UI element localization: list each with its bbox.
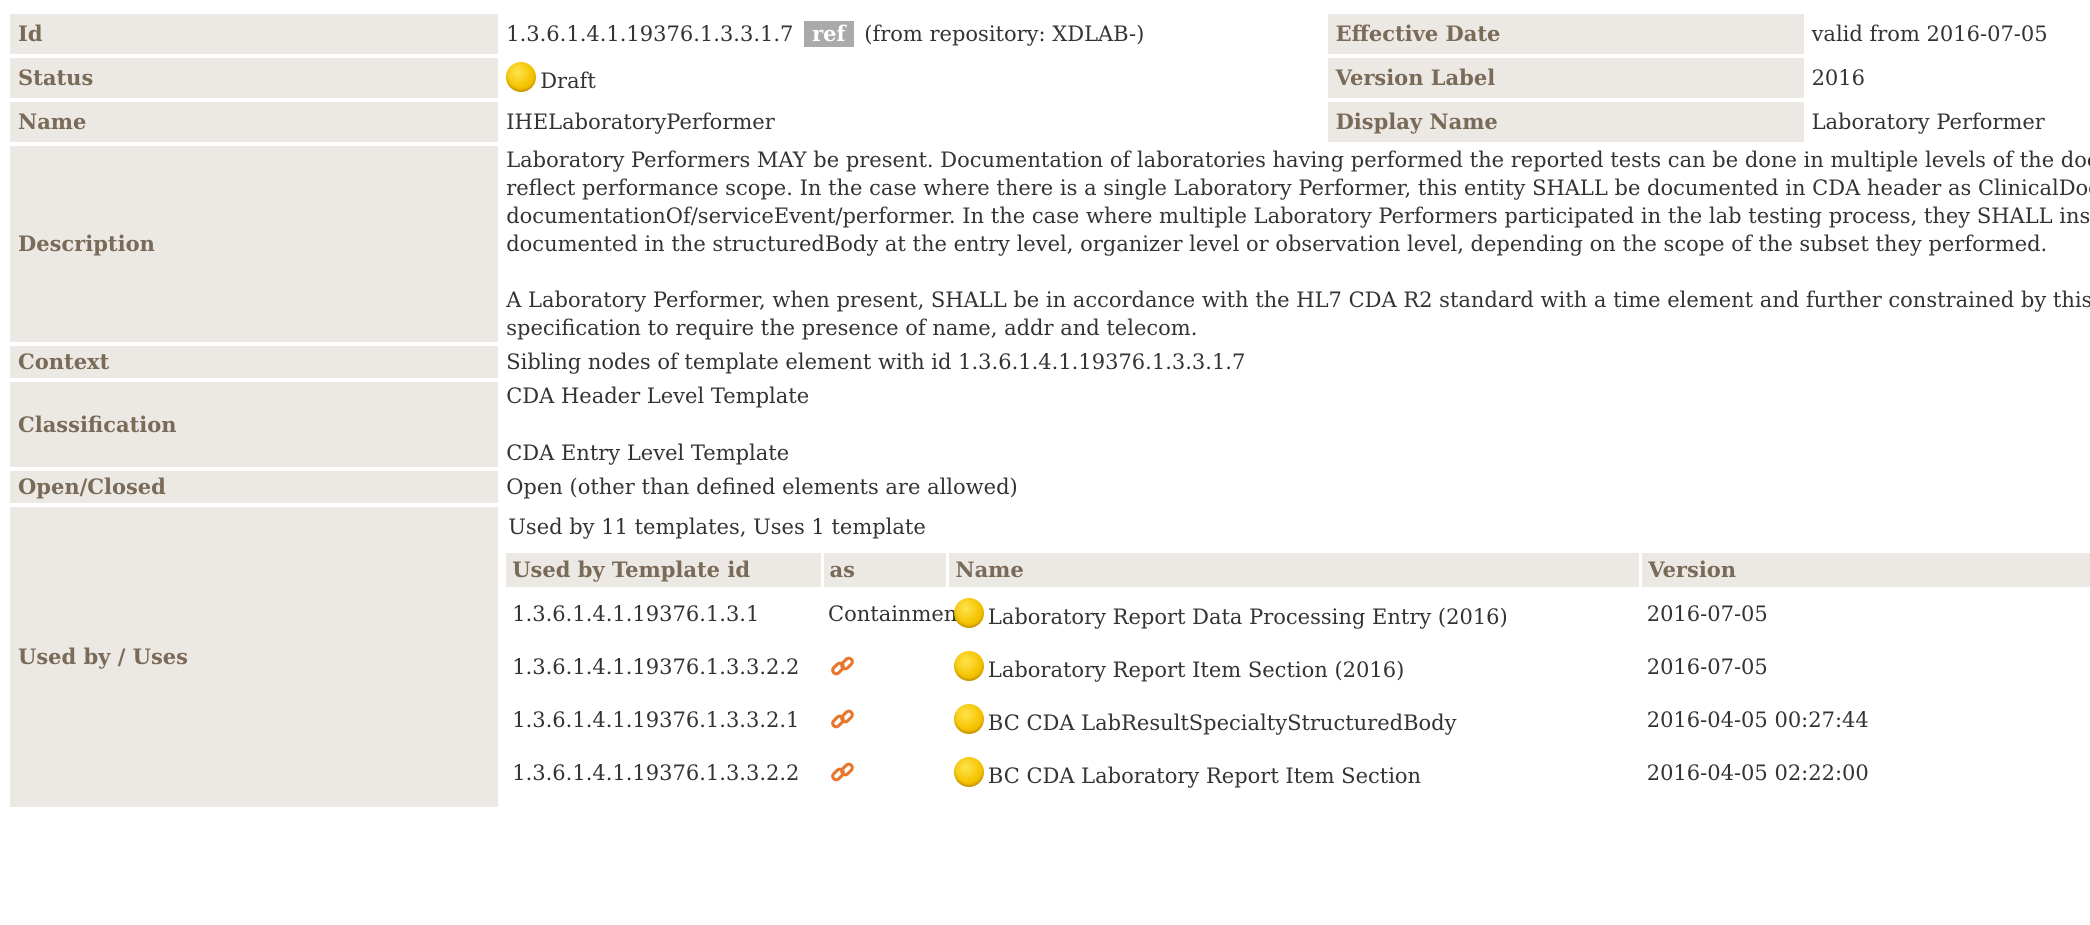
row-classification: Classification CDA Header Level Template… bbox=[10, 382, 2090, 467]
row-name-cell: BC CDA LabResultSpecialtyStructuredBody bbox=[948, 693, 1641, 746]
row-version: 2016-04-05 00:27:44 bbox=[1646, 707, 1869, 732]
classification-value: CDA Header Level Template CDA Entry Leve… bbox=[498, 382, 2090, 467]
status-draft-icon bbox=[953, 756, 984, 787]
row-as-cell bbox=[822, 640, 948, 693]
row-id: Id 1.3.6.1.4.1.19376.1.3.3.1.7 ref (from… bbox=[10, 14, 2090, 54]
row-context: Context Sibling nodes of template elemen… bbox=[10, 346, 2090, 378]
link-icon[interactable] bbox=[828, 758, 858, 788]
row-name: Name IHELaboratoryPerformer Display Name… bbox=[10, 102, 2090, 142]
table-row[interactable]: 1.3.6.1.4.1.19376.1.3.1 Containment Labo… bbox=[506, 587, 2090, 640]
id-value-cell: 1.3.6.1.4.1.19376.1.3.3.1.7 ref (from re… bbox=[498, 14, 1328, 54]
id-label: Id bbox=[10, 14, 499, 54]
repository-text: (from repository: XDLAB-) bbox=[864, 22, 1145, 46]
display-name-value: Laboratory Performer bbox=[1803, 102, 2090, 142]
classification-label: Classification bbox=[10, 382, 499, 467]
row-as-cell bbox=[822, 746, 948, 799]
context-value: Sibling nodes of template element with i… bbox=[498, 346, 2090, 378]
effective-date-value: valid from 2016-07-05 bbox=[1803, 14, 2090, 54]
table-row[interactable]: 1.3.6.1.4.1.19376.1.3.3.2.2 bbox=[506, 640, 2090, 693]
row-template-id: 1.3.6.1.4.1.19376.1.3.3.2.2 bbox=[512, 760, 800, 785]
table-row[interactable]: 1.3.6.1.4.1.19376.1.3.3.2.2 bbox=[506, 746, 2090, 799]
status-draft-icon bbox=[953, 703, 984, 734]
link-icon[interactable] bbox=[828, 705, 858, 735]
version-label-label: Version Label bbox=[1327, 58, 1804, 98]
name-label: Name bbox=[10, 102, 499, 142]
status-draft-icon bbox=[953, 650, 984, 681]
open-closed-value: Open (other than defined elements are al… bbox=[498, 471, 2090, 503]
table-row[interactable]: 1.3.6.1.4.1.19376.1.3.3.2.1 BC CDA LabRe… bbox=[506, 693, 2090, 746]
status-value-cell: Draft bbox=[498, 58, 1328, 98]
row-template-id: 1.3.6.1.4.1.19376.1.3.3.2.2 bbox=[512, 654, 800, 679]
row-name-cell: Laboratory Report Item Section (2016) bbox=[948, 640, 1641, 693]
template-metadata-table: Id 1.3.6.1.4.1.19376.1.3.3.1.7 ref (from… bbox=[10, 10, 2090, 811]
row-as-cell bbox=[822, 693, 948, 746]
status-value: Draft bbox=[540, 68, 596, 93]
classification-item: CDA Entry Level Template bbox=[506, 441, 790, 465]
description-label: Description bbox=[10, 146, 499, 342]
row-version: 2016-04-05 02:22:00 bbox=[1646, 760, 1869, 785]
ref-badge[interactable]: ref bbox=[804, 21, 854, 47]
link-icon[interactable] bbox=[828, 652, 858, 682]
effective-date-label: Effective Date bbox=[1327, 14, 1804, 54]
row-name[interactable]: BC CDA Laboratory Report Item Section bbox=[988, 764, 1421, 788]
description-line: documentationOf/serviceEvent/performer. … bbox=[506, 204, 2090, 228]
header-template-id[interactable]: Used by Template id bbox=[506, 553, 824, 587]
description-line: A Laboratory Performer, when present, SH… bbox=[506, 288, 2090, 312]
row-open-closed: Open/Closed Open (other than defined ele… bbox=[10, 471, 2090, 503]
row-name[interactable]: BC CDA LabResultSpecialtyStructuredBody bbox=[988, 711, 1457, 735]
row-template-id: 1.3.6.1.4.1.19376.1.3.1 bbox=[512, 601, 760, 626]
description-line: specification to require the presence of… bbox=[506, 316, 1198, 340]
classification-item: CDA Header Level Template bbox=[506, 384, 810, 408]
status-draft-icon bbox=[506, 61, 537, 92]
description-line: Laboratory Performers MAY be present. Do… bbox=[506, 148, 2090, 172]
row-name-cell: Laboratory Report Data Processing Entry … bbox=[948, 587, 1641, 640]
name-value: IHELaboratoryPerformer bbox=[498, 102, 1328, 142]
header-as[interactable]: as bbox=[822, 553, 950, 587]
used-by-summary: Used by 11 templates, Uses 1 template bbox=[508, 515, 926, 539]
status-draft-icon bbox=[953, 597, 984, 628]
used-by-header-row: Used by Template id as Name Version bbox=[506, 553, 2090, 587]
header-name[interactable]: Name bbox=[947, 553, 1643, 587]
version-label-value: 2016 bbox=[1803, 58, 2090, 98]
row-used-by: Used by / Uses Used by 11 templates, Use… bbox=[10, 507, 2090, 807]
display-name-label: Display Name bbox=[1327, 102, 1804, 142]
used-by-table: Used by Template id as Name Version 1.3.… bbox=[506, 553, 2090, 799]
row-as: Containment bbox=[828, 601, 966, 626]
row-description: Description Laboratory Performers MAY be… bbox=[10, 146, 2090, 342]
context-label: Context bbox=[10, 346, 499, 378]
row-template-id: 1.3.6.1.4.1.19376.1.3.3.2.1 bbox=[512, 707, 800, 732]
description-line: reflect performance scope. In the case w… bbox=[506, 176, 2090, 200]
id-value: 1.3.6.1.4.1.19376.1.3.3.1.7 bbox=[506, 22, 794, 46]
row-version: 2016-07-05 bbox=[1646, 654, 1768, 679]
row-name[interactable]: Laboratory Report Data Processing Entry … bbox=[988, 605, 1508, 629]
header-version[interactable]: Version bbox=[1640, 553, 2090, 587]
used-by-value: Used by 11 templates, Uses 1 template Us… bbox=[498, 507, 2090, 807]
status-label: Status bbox=[10, 58, 499, 98]
row-version: 2016-07-05 bbox=[1646, 601, 1768, 626]
template-details-page: Id 1.3.6.1.4.1.19376.1.3.3.1.7 ref (from… bbox=[0, 0, 2090, 925]
row-name-cell: BC CDA Laboratory Report Item Section bbox=[948, 746, 1641, 799]
description-line: documented in the structuredBody at the … bbox=[506, 232, 2048, 256]
used-by-label: Used by / Uses bbox=[10, 507, 499, 807]
row-status: Status Draft Version Label 2016 bbox=[10, 58, 2090, 98]
description-value: Laboratory Performers MAY be present. Do… bbox=[498, 146, 2090, 342]
open-closed-label: Open/Closed bbox=[10, 471, 499, 503]
row-name[interactable]: Laboratory Report Item Section (2016) bbox=[988, 658, 1404, 682]
